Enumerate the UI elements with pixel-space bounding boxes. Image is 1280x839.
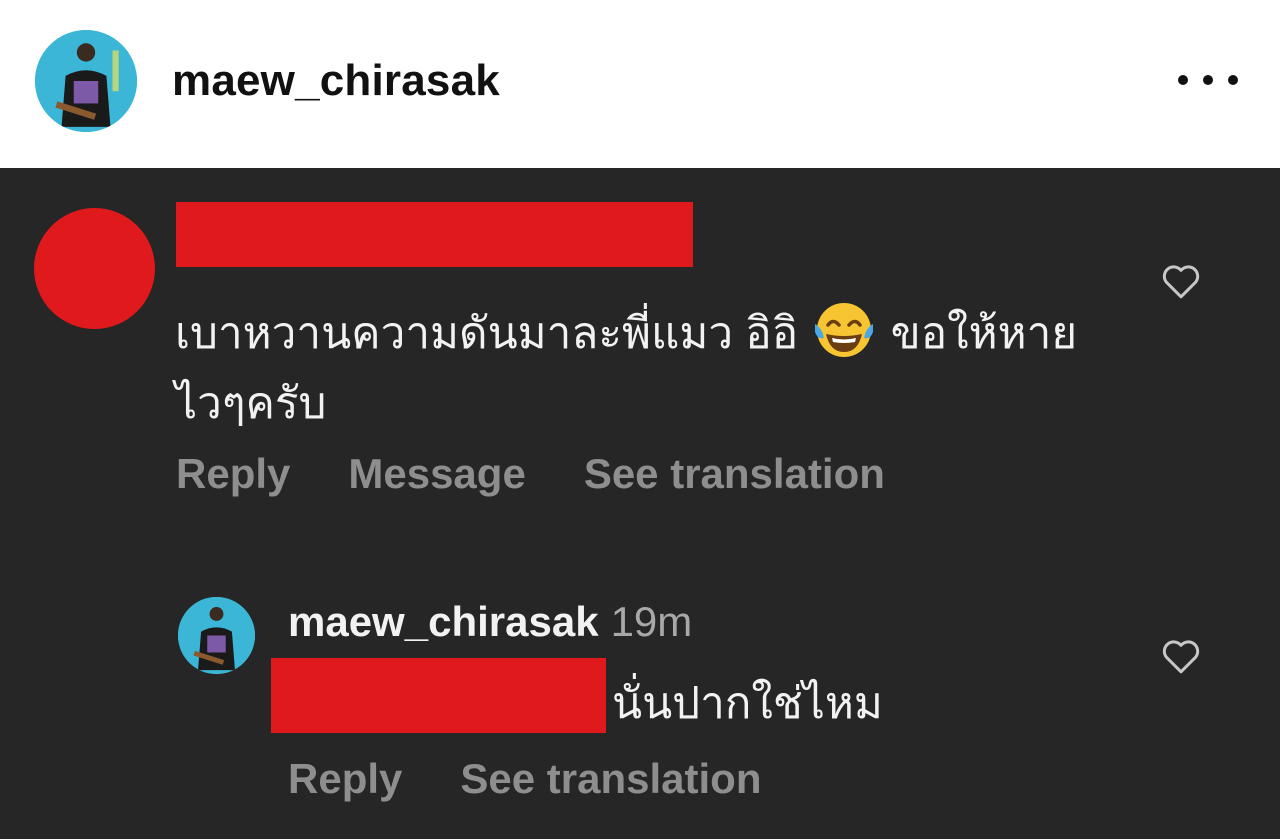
reply-timestamp: 19m [610,598,693,645]
comments-panel [0,168,1280,839]
reply-actions: Reply See translation [288,755,819,803]
dot [1203,75,1213,85]
see-translation-button[interactable]: See translation [584,450,885,498]
reply-avatar[interactable] [178,597,255,674]
reply-username[interactable]: maew_chirasak [288,598,599,645]
more-horizontal-icon[interactable] [1178,62,1238,98]
comment-text: เบาหวานความดันมาละพี่แมว อิอิ ขอให้หายไว… [175,298,1135,439]
reply-header: maew_chirasak 19m [288,598,692,646]
post-header: maew_chirasak [0,0,1280,168]
mention-redacted [271,658,606,733]
comment-text-part1: เบาหวานความดันมาละพี่แมว อิอิ [175,309,799,358]
heart-outline-icon[interactable] [1161,262,1201,300]
commenter-avatar-redacted[interactable] [34,208,155,329]
dot [1228,75,1238,85]
see-translation-button[interactable]: See translation [460,755,761,803]
reply-text: นั่นปากใช่ไหม [612,679,883,728]
heart-outline-icon[interactable] [1161,637,1201,675]
message-button[interactable]: Message [348,450,525,498]
commenter-username-redacted [176,202,693,267]
face-with-tears-of-joy-icon [815,303,874,357]
reply-button[interactable]: Reply [176,450,290,498]
reply-button[interactable]: Reply [288,755,402,803]
person-illustration-icon [178,597,255,674]
comment-actions: Reply Message See translation [176,450,943,498]
header-username[interactable]: maew_chirasak [172,56,500,106]
profile-avatar[interactable] [35,30,137,132]
person-illustration-icon [35,30,137,132]
dot [1178,75,1188,85]
